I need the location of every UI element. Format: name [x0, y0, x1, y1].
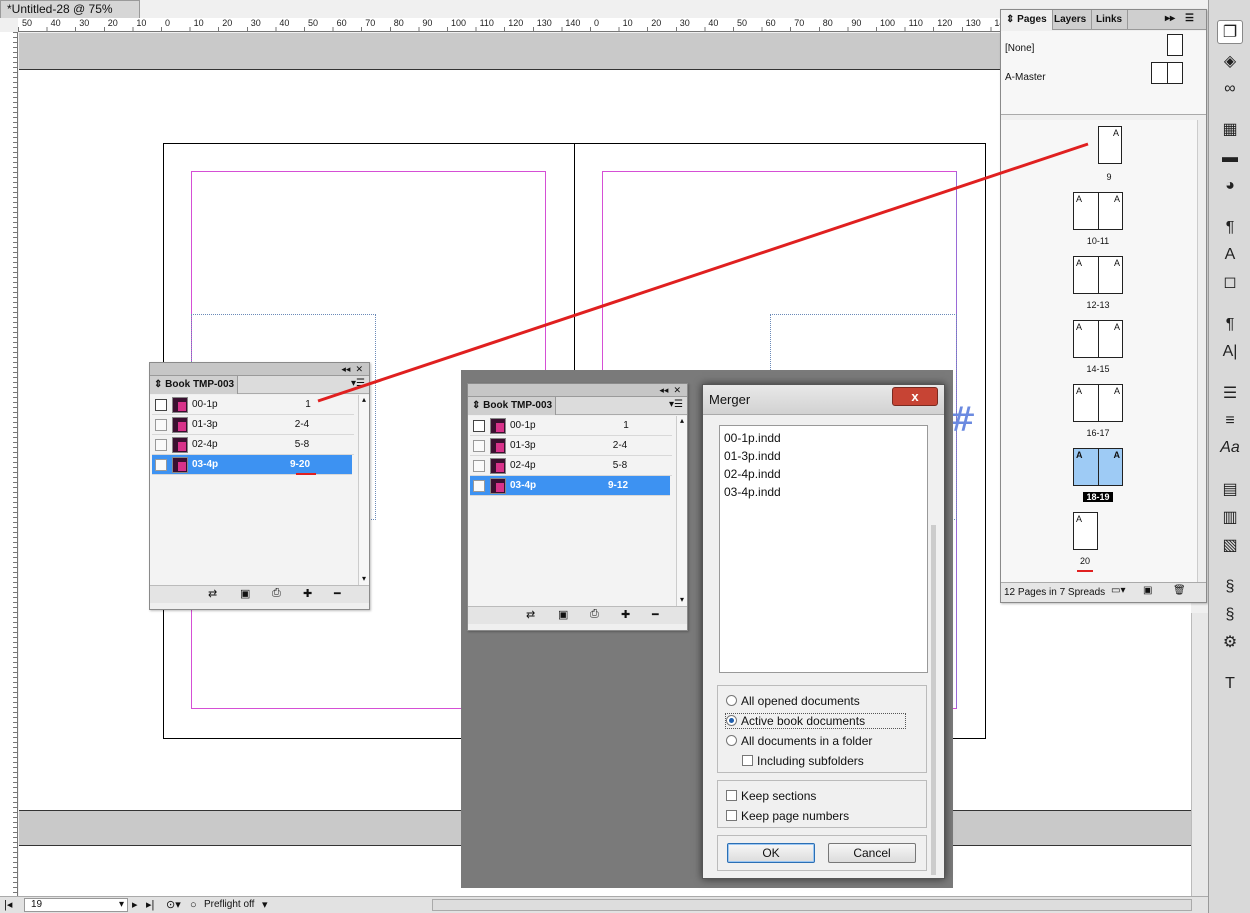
- chevron-down-icon[interactable]: ▾: [119, 899, 124, 910]
- page-number-value: 19: [31, 899, 43, 910]
- preflight-menu-icon[interactable]: ▾: [262, 898, 268, 911]
- preflight-status[interactable]: Preflight off: [204, 899, 254, 910]
- status-bar: |◂ 19 ▾ ▸ ▸| ⊙▾ ○ Preflight off ▾: [0, 896, 1208, 913]
- annotation-overlay: [317, 142, 1089, 403]
- page-number-field[interactable]: 19 ▾: [24, 898, 128, 912]
- preflight-status-icon: ○: [190, 899, 197, 911]
- horizontal-scrollbar[interactable]: [432, 899, 1192, 911]
- annotation-arrow-line: [317, 142, 1089, 403]
- last-page-icon[interactable]: ▸|: [146, 898, 154, 911]
- first-page-icon[interactable]: |◂: [4, 898, 12, 911]
- next-page-icon[interactable]: ▸: [132, 898, 138, 911]
- open-page-icon[interactable]: ⊙▾: [166, 898, 181, 911]
